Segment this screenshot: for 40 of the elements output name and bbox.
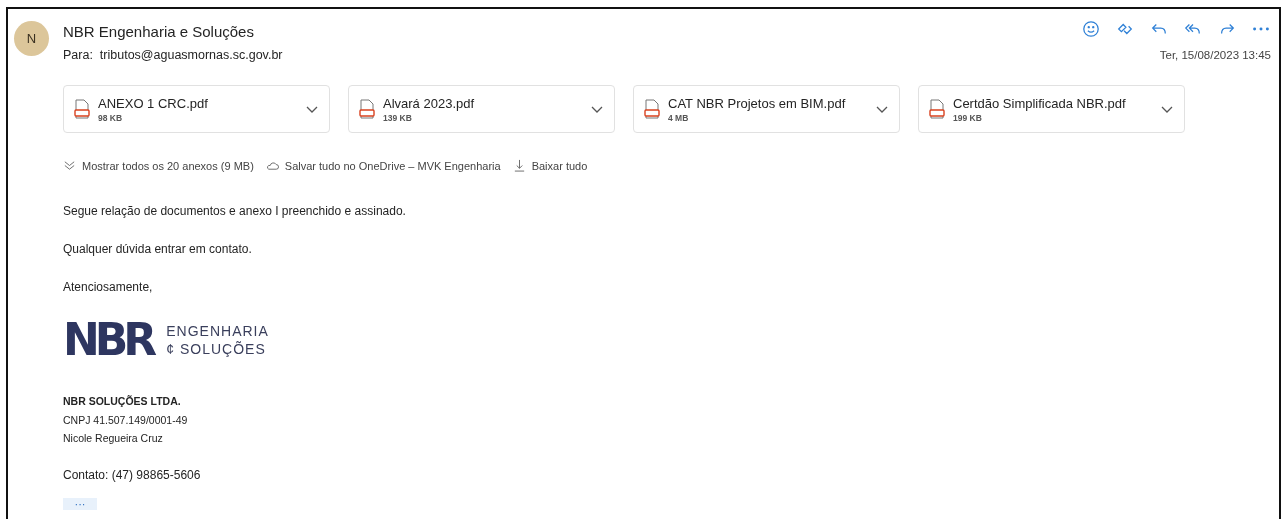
- attachment-name: Certdão Simplificada NBR.pdf: [953, 95, 1127, 111]
- attachment-link[interactable]: Baixar tudo: [512, 159, 588, 172]
- toolbar-button[interactable]: [1081, 18, 1101, 39]
- person-name: Nicole Regueira Cruz: [63, 431, 164, 446]
- attachment-link[interactable]: Salvar tudo no OneDrive – MVK Engenharia: [265, 159, 501, 172]
- cnpj-text: CNPJ 41.507.149/0001-49: [63, 412, 189, 428]
- sender-name: NBR Engenharia e Soluções: [63, 23, 254, 40]
- pdf-file-icon: [644, 99, 660, 119]
- attachment-link[interactable]: Mostrar todos os 20 anexos (9 MB): [63, 159, 254, 172]
- more-icon: [1253, 26, 1269, 31]
- attachment-card[interactable]: Certdão Simplificada NBR.pdf 199 KB: [918, 85, 1185, 133]
- logo-text: ENGENHARIA: [166, 322, 269, 340]
- attachment-size: 199 KB: [953, 112, 983, 123]
- pdf-file-icon: [929, 99, 945, 119]
- double-chevron-icon: [63, 159, 76, 172]
- pdf-file-icon: [359, 99, 375, 119]
- logo-mark: NBR: [63, 314, 153, 366]
- logo-text: ¢ SOLUÇÕES: [166, 340, 267, 358]
- attachment-name: Alvará 2023.pdf: [383, 95, 476, 111]
- pdf-file-icon: [74, 99, 90, 119]
- date-text: Ter, 15/08/2023 13:45: [1159, 49, 1271, 61]
- attachment-card[interactable]: CAT NBR Projetos em BIM.pdf 4 MB: [633, 85, 900, 133]
- expand-button[interactable]: ···: [63, 497, 97, 510]
- attachment-name: CAT NBR Projetos em BIM.pdf: [668, 95, 847, 111]
- avatar: N: [14, 21, 49, 56]
- smiley-icon: [1082, 19, 1100, 38]
- body-paragraph: Segue relação de documentos e anexo I preenchido e assinado.: [63, 204, 407, 218]
- attachment-size: 139 KB: [383, 112, 413, 123]
- attachment-name: ANEXO 1 CRC.pdf: [98, 95, 209, 111]
- recipient-line: Para: tributos@aguasmornas.sc.gov.br: [63, 48, 283, 62]
- contact-text: Contato: (47) 98865-5606: [63, 467, 202, 482]
- company-name: NBR SOLUÇÕES LTDA.: [63, 394, 182, 409]
- attachment-size: 98 KB: [98, 112, 124, 123]
- body-paragraph: Qualquer dúvida entrar em contato.: [63, 242, 253, 256]
- attachment-size: 4 MB: [668, 112, 690, 123]
- attachment-card[interactable]: Alvará 2023.pdf 139 KB: [348, 85, 615, 133]
- body-paragraph: Atenciosamente,: [63, 280, 154, 294]
- attachment-card[interactable]: ANEXO 1 CRC.pdf 98 KB: [63, 85, 330, 133]
- cloud-icon: [265, 159, 279, 172]
- download-icon: [512, 159, 526, 172]
